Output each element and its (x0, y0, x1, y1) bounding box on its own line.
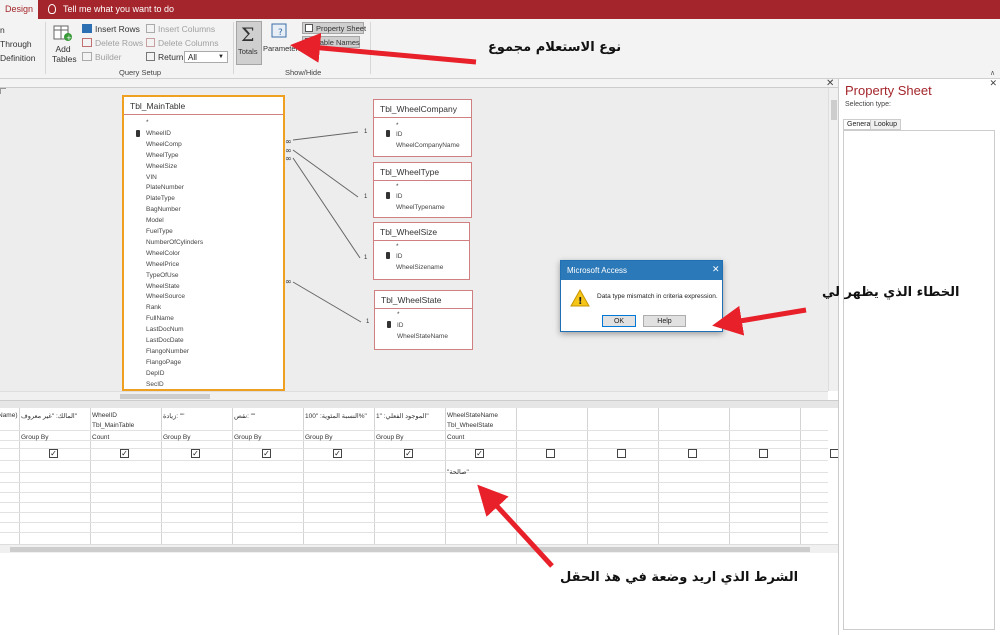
annotation-error: الخطاء الذي يظهر لي (822, 285, 960, 300)
annotation-arrows (290, 32, 807, 568)
annotation-totals: نوع الاستعلام مجموع (488, 40, 622, 55)
annotation-criteria: الشرط الذي اريد وضعة في هذ الحقل (560, 570, 799, 585)
